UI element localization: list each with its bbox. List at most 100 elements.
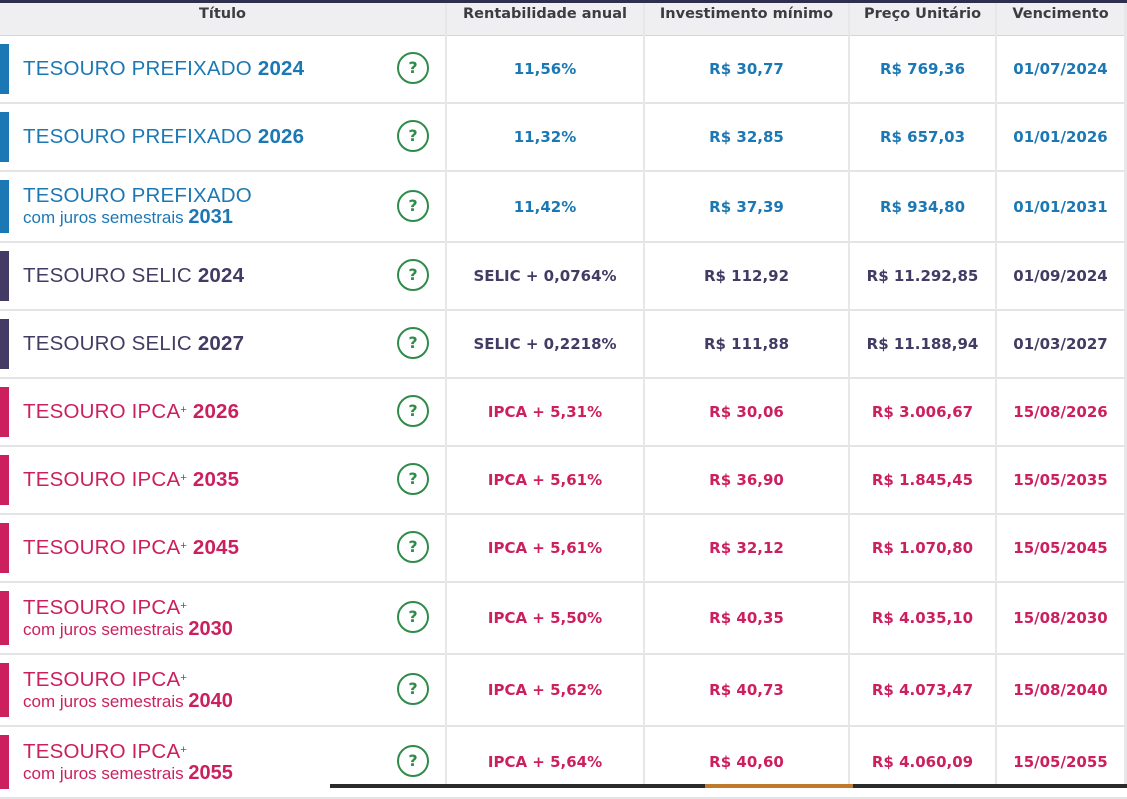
column-divider [643,3,645,788]
bond-name[interactable]: TESOURO PREFIXADO 2024 [23,36,304,102]
question-circle-icon[interactable]: ? [397,673,429,705]
question-circle-icon[interactable]: ? [397,190,429,222]
question-circle-icon[interactable]: ? [397,745,429,777]
column-divider [995,3,997,788]
bond-name-text: TESOURO SELIC [23,264,192,287]
row-accent-bar [0,387,9,437]
rentabilidade-cell: 11,42% [513,197,577,216]
row-accent-bar [0,455,9,505]
vencimento-cell: 15/05/2045 [1013,539,1108,557]
vencimento-cell: 15/08/2030 [1013,609,1108,627]
row-accent-bar [0,591,9,645]
preco-cell: R$ 1.070,80 [871,539,974,557]
bond-name[interactable]: TESOURO IPCA+ com juros semestrais 2030 [23,583,233,653]
preco-cell: R$ 11.188,94 [866,335,979,353]
bond-name-text: TESOURO IPCA [23,400,181,423]
question-circle-icon[interactable]: ? [397,327,429,359]
vencimento-cell: 01/01/2031 [1013,197,1108,216]
bond-year: 2030 [188,617,233,640]
vencimento-cell: 15/05/2035 [1013,471,1108,489]
bond-name-main: TESOURO PREFIXADO 2024 [23,58,304,80]
plus-superscript: + [180,404,187,416]
rentabilidade-cell: IPCA + 5,61% [487,471,603,489]
table-row[interactable]: TESOURO PREFIXADO com juros semestrais 20… [0,172,1127,243]
bond-name-text: TESOURO IPCA [23,739,181,763]
table-row[interactable]: TESOURO IPCA+ 2035? IPCA + 5,61% R$ 36,90 R… [0,447,1127,515]
table-row[interactable]: TESOURO SELIC 2027? SELIC + 0,2218% R$ 111… [0,311,1127,379]
question-circle-icon[interactable]: ? [397,52,429,84]
bond-year: 2040 [188,689,233,712]
row-accent-bar [0,735,9,789]
row-accent-bar [0,523,9,573]
vencimento-cell: 01/07/2024 [1013,60,1108,78]
investimento-cell: R$ 32,85 [709,128,784,146]
row-accent-bar [0,251,9,301]
bond-name-main: TESOURO SELIC 2024 [23,265,244,287]
rentabilidade-cell: 11,56% [513,60,577,78]
plus-superscript: + [180,540,187,552]
rentabilidade-cell: IPCA + 5,31% [487,403,603,421]
table-row[interactable]: TESOURO IPCA+ com juros semestrais 2030? I… [0,583,1127,655]
preco-cell: R$ 769,36 [879,60,966,78]
bond-name[interactable]: TESOURO SELIC 2024 [23,243,244,309]
bond-name-text: TESOURO IPCA [23,468,181,491]
table-row[interactable]: TESOURO IPCA+ com juros semestrais 2040? I… [0,655,1127,727]
investimento-cell: R$ 111,88 [703,335,790,353]
row-accent-bar [0,319,9,369]
bond-sub-text: com juros semestrais [23,208,184,227]
plus-superscript: + [180,671,187,684]
question-circle-icon[interactable]: ? [397,120,429,152]
investimento-cell: R$ 40,35 [709,609,784,627]
plus-superscript: + [180,599,187,612]
bond-name[interactable]: TESOURO IPCA+ com juros semestrais 2055 [23,727,233,797]
question-circle-icon[interactable]: ? [397,395,429,427]
bond-name[interactable]: TESOURO PREFIXADO com juros semestrais 20… [23,172,252,241]
question-circle-icon[interactable]: ? [397,259,429,291]
header-titulo[interactable]: Título [0,3,445,35]
table-row[interactable]: TESOURO PREFIXADO 2024? 11,56% R$ 30,77 R$ … [0,36,1127,104]
bond-name-text: TESOURO SELIC [23,332,192,355]
column-divider [445,3,447,788]
bond-name[interactable]: TESOURO IPCA+ com juros semestrais 2040 [23,655,233,725]
plus-superscript: + [180,472,187,484]
bond-name-main: TESOURO IPCA+ [23,739,233,763]
vencimento-cell: 15/08/2040 [1013,681,1108,699]
header-investimento[interactable]: Investimento mínimo [645,3,848,35]
bond-name-main: TESOURO IPCA+ [23,596,233,619]
bond-name[interactable]: TESOURO SELIC 2027 [23,311,244,377]
bond-name[interactable]: TESOURO PREFIXADO 2026 [23,104,304,170]
question-circle-icon[interactable]: ? [397,463,429,495]
table-row[interactable]: TESOURO IPCA+ 2045? IPCA + 5,61% R$ 32,12 R… [0,515,1127,583]
vencimento-cell: 15/08/2026 [1013,403,1108,421]
preco-cell: R$ 657,03 [879,128,966,146]
bond-name[interactable]: TESOURO IPCA+ 2035 [23,447,239,513]
bond-name-text: TESOURO IPCA [23,667,181,691]
bond-name-main: TESOURO SELIC 2027 [23,333,244,355]
investimento-cell: R$ 112,92 [703,267,790,285]
bond-year: 2031 [188,206,233,228]
bond-name-sub: com juros semestrais 2031 [23,207,252,228]
header-rentabilidade[interactable]: Rentabilidade anual [447,3,643,35]
table-row[interactable]: TESOURO PREFIXADO 2026? 11,32% R$ 32,85 R$ … [0,104,1127,172]
vencimento-cell: 01/09/2024 [1013,267,1108,285]
bond-name[interactable]: TESOURO IPCA+ 2026 [23,379,239,445]
table-row[interactable]: TESOURO SELIC 2024? SELIC + 0,0764% R$ 112… [0,243,1127,311]
header-preco[interactable]: Preço Unitário [850,3,995,35]
row-accent-bar [0,112,9,162]
preco-cell: R$ 4.035,10 [871,609,974,627]
investimento-cell: R$ 30,06 [709,403,784,421]
row-accent-bar [0,44,9,94]
question-circle-icon[interactable]: ? [397,531,429,563]
rentabilidade-cell: IPCA + 5,62% [487,681,603,699]
bond-year: 2035 [192,468,240,491]
bond-name-main: TESOURO PREFIXADO [23,185,252,207]
table-row[interactable]: TESOURO IPCA+ 2026? IPCA + 5,31% R$ 30,06 R… [0,379,1127,447]
bond-name[interactable]: TESOURO IPCA+ 2045 [23,515,239,581]
question-circle-icon[interactable]: ? [397,601,429,633]
bond-name-main: TESOURO IPCA+ 2035 [23,469,239,491]
bottom-bar-accent [705,784,853,788]
table-row[interactable]: TESOURO IPCA+ com juros semestrais 2055? I… [0,727,1127,799]
rentabilidade-cell: SELIC + 0,2218% [473,335,617,353]
bond-year: 2024 [257,57,305,80]
header-vencimento[interactable]: Vencimento [997,3,1124,35]
